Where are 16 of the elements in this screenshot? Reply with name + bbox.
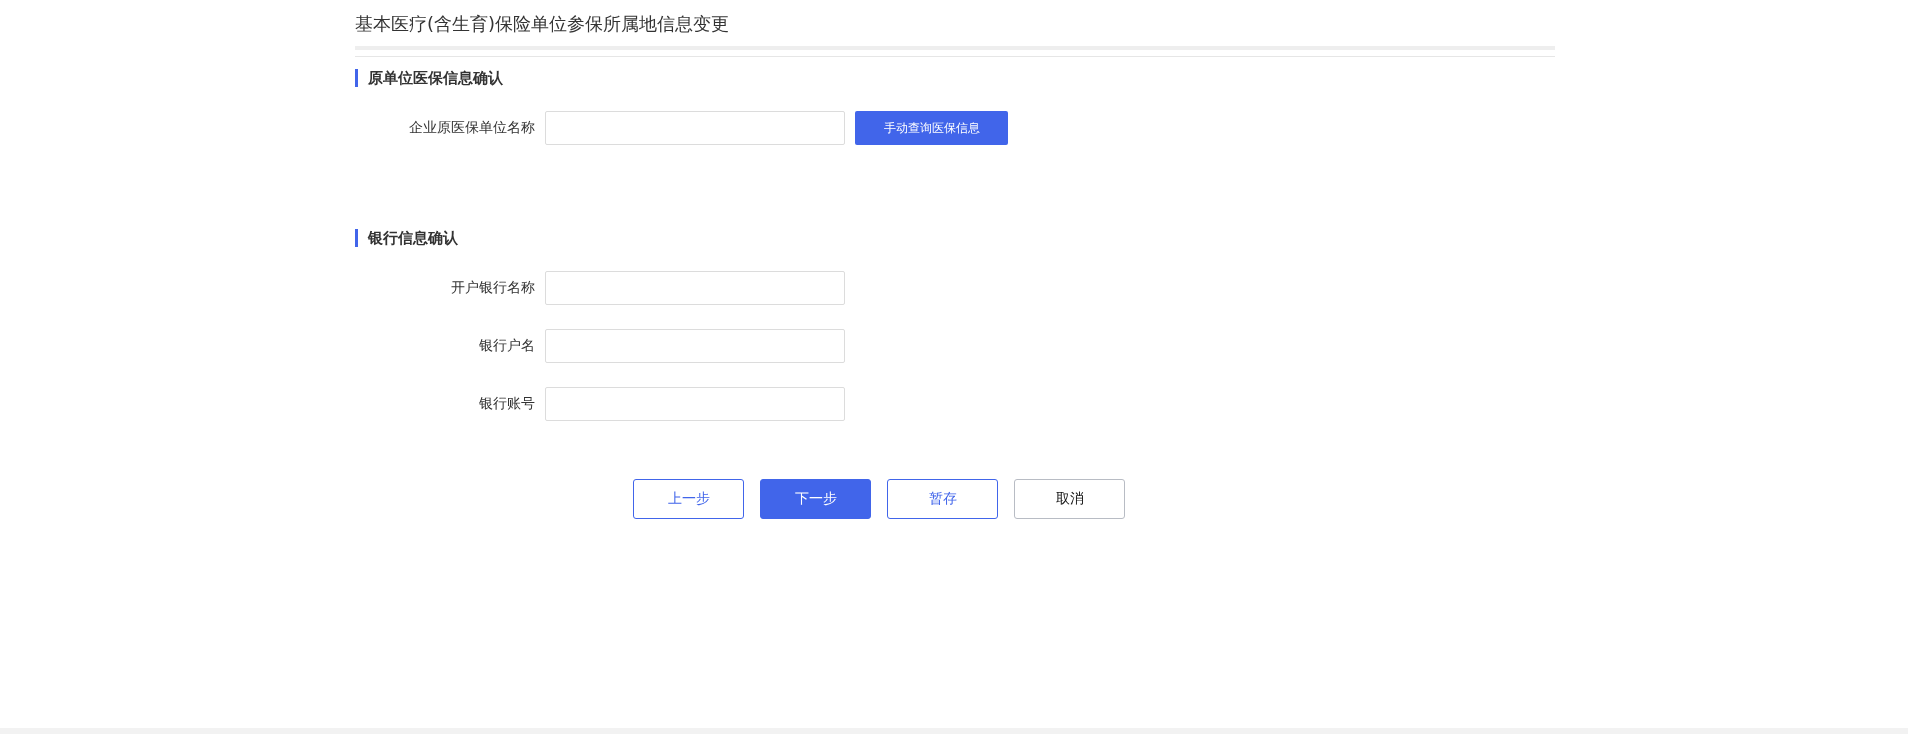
query-button[interactable]: 手动查询医保信息: [855, 111, 1008, 145]
input-field[interactable]: [545, 387, 845, 421]
step-button[interactable]: 下一步: [760, 479, 871, 519]
field-label: 银行户名: [478, 337, 536, 355]
section-heading: 银行信息确认: [355, 229, 1555, 247]
page-title: 基本医疗(含生育)保险单位参保所属地信息变更: [355, 0, 1555, 50]
field-label: 开户银行名称: [450, 279, 536, 297]
input-field[interactable]: [545, 271, 845, 305]
step-button[interactable]: 上一步: [633, 479, 744, 519]
input-field[interactable]: [545, 329, 845, 363]
step-button[interactable]: 暂存: [887, 479, 998, 519]
step-button[interactable]: 取消: [1014, 479, 1125, 519]
section-heading: 原单位医保信息确认: [355, 69, 1555, 87]
field-label: 企业原医保单位名称: [408, 119, 536, 137]
field-label: 银行账号: [478, 395, 536, 413]
input-field[interactable]: [545, 111, 845, 145]
